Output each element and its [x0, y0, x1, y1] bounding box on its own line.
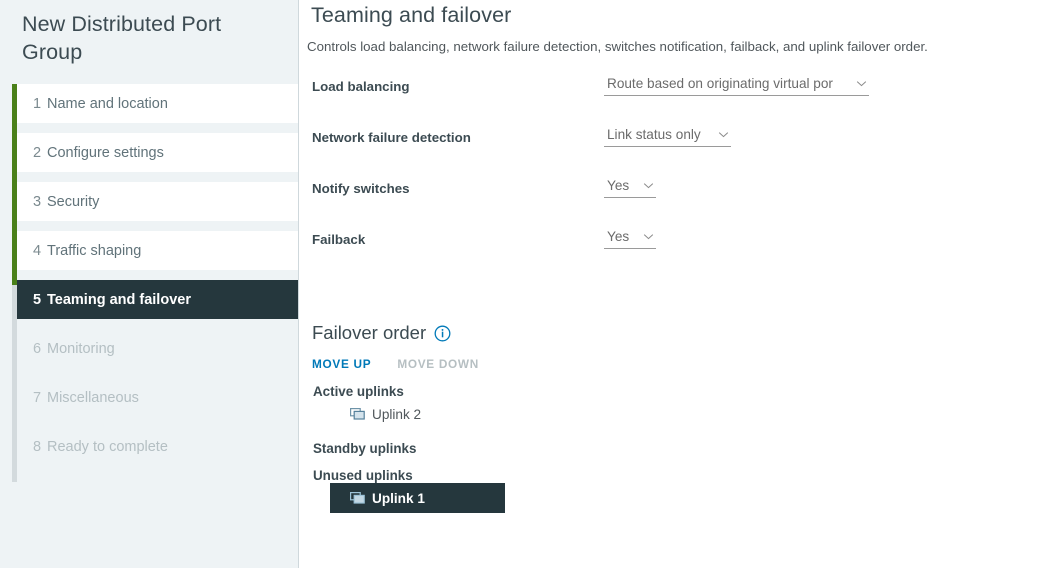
group-heading-active-uplinks: Active uplinks — [313, 384, 404, 399]
notify-switches-select[interactable]: Yes — [604, 178, 656, 198]
notify-switches-label: Notify switches — [312, 181, 410, 196]
step-number: 5 — [33, 291, 42, 308]
step-label: Traffic shaping — [47, 242, 142, 259]
sidebar-item-configure-settings[interactable]: 2 Configure settings — [17, 133, 298, 172]
sidebar-item-teaming-and-failover[interactable]: 5 Teaming and failover — [17, 280, 298, 319]
group-heading-unused-uplinks: Unused uplinks — [313, 468, 413, 483]
step-label: Security — [47, 193, 100, 210]
notify-switches-value: Yes — [607, 178, 630, 193]
teaming-settings-form: Load balancing Route based on originatin… — [299, 76, 1064, 280]
load-balancing-value: Route based on originating virtual por — [607, 76, 833, 91]
page-title: Teaming and failover — [311, 3, 512, 27]
network-failure-detection-select[interactable]: Link status only — [604, 127, 731, 147]
wizard-step-list: 1 Name and location 2 Configure settings… — [0, 84, 298, 482]
network-failure-detection-value: Link status only — [607, 127, 701, 142]
move-down-button: MOVE DOWN — [397, 357, 479, 371]
info-circle-icon[interactable] — [434, 325, 451, 342]
uplink-label: Uplink 1 — [372, 490, 425, 506]
move-up-button[interactable]: MOVE UP — [312, 357, 371, 371]
step-label: Configure settings — [47, 144, 164, 161]
page-description: Controls load balancing, network failure… — [307, 39, 928, 54]
step-number: 3 — [33, 193, 42, 210]
chevron-down-icon — [718, 129, 729, 140]
sidebar-item-ready-to-complete: 8 Ready to complete — [17, 427, 298, 466]
sidebar-item-miscellaneous: 7 Miscellaneous — [17, 378, 298, 417]
uplink-label: Uplink 2 — [372, 406, 422, 422]
chevron-down-icon — [643, 180, 654, 191]
failback-select[interactable]: Yes — [604, 229, 656, 249]
step-number: 6 — [33, 340, 42, 357]
wizard-content-pane: Teaming and failover Controls load balan… — [299, 0, 1064, 568]
sidebar-item-traffic-shaping[interactable]: 4 Traffic shaping — [17, 231, 298, 270]
step-label: Monitoring — [47, 340, 115, 357]
form-row-notify-switches: Notify switches Yes — [299, 178, 1064, 229]
network-adapter-icon — [350, 407, 365, 421]
failback-label: Failback — [312, 232, 366, 247]
chevron-down-icon — [856, 78, 867, 89]
step-number: 7 — [33, 389, 42, 406]
network-adapter-icon — [350, 491, 365, 505]
step-number: 2 — [33, 144, 42, 161]
sidebar-item-security[interactable]: 3 Security — [17, 182, 298, 221]
wizard-sidebar: New Distributed Port Group 1 Name and lo… — [0, 0, 299, 568]
wizard-dialog: New Distributed Port Group 1 Name and lo… — [0, 0, 1064, 568]
load-balancing-select[interactable]: Route based on originating virtual por — [604, 76, 869, 96]
sidebar-item-monitoring: 6 Monitoring — [17, 329, 298, 368]
step-label: Teaming and failover — [47, 291, 191, 308]
failover-order-section: Failover order MOVE UP MOVE DOWN Active … — [299, 322, 1064, 513]
failover-order-title: Failover order — [312, 322, 427, 343]
step-number: 1 — [33, 95, 42, 112]
form-row-load-balancing: Load balancing Route based on originatin… — [299, 76, 1064, 127]
group-heading-standby-uplinks: Standby uplinks — [313, 441, 417, 456]
failback-value: Yes — [607, 229, 630, 244]
form-row-failback: Failback Yes — [299, 229, 1064, 280]
wizard-title: New Distributed Port Group — [22, 12, 222, 64]
uplink-list-item-uplink-1[interactable]: Uplink 1 — [330, 483, 505, 513]
sidebar-item-name-and-location[interactable]: 1 Name and location — [17, 84, 298, 123]
chevron-down-icon — [643, 231, 654, 242]
failover-order-header: Failover order — [312, 322, 1064, 344]
uplink-list-item-uplink-2[interactable]: Uplink 2 — [330, 399, 505, 429]
step-number: 4 — [33, 242, 42, 259]
step-label: Ready to complete — [47, 438, 168, 455]
load-balancing-label: Load balancing — [312, 79, 410, 94]
step-label: Name and location — [47, 95, 168, 112]
network-failure-detection-label: Network failure detection — [312, 130, 471, 145]
form-row-network-failure-detection: Network failure detection Link status on… — [299, 127, 1064, 178]
failover-move-toolbar: MOVE UP MOVE DOWN — [312, 357, 1064, 371]
step-label: Miscellaneous — [47, 389, 139, 406]
step-number: 8 — [33, 438, 42, 455]
